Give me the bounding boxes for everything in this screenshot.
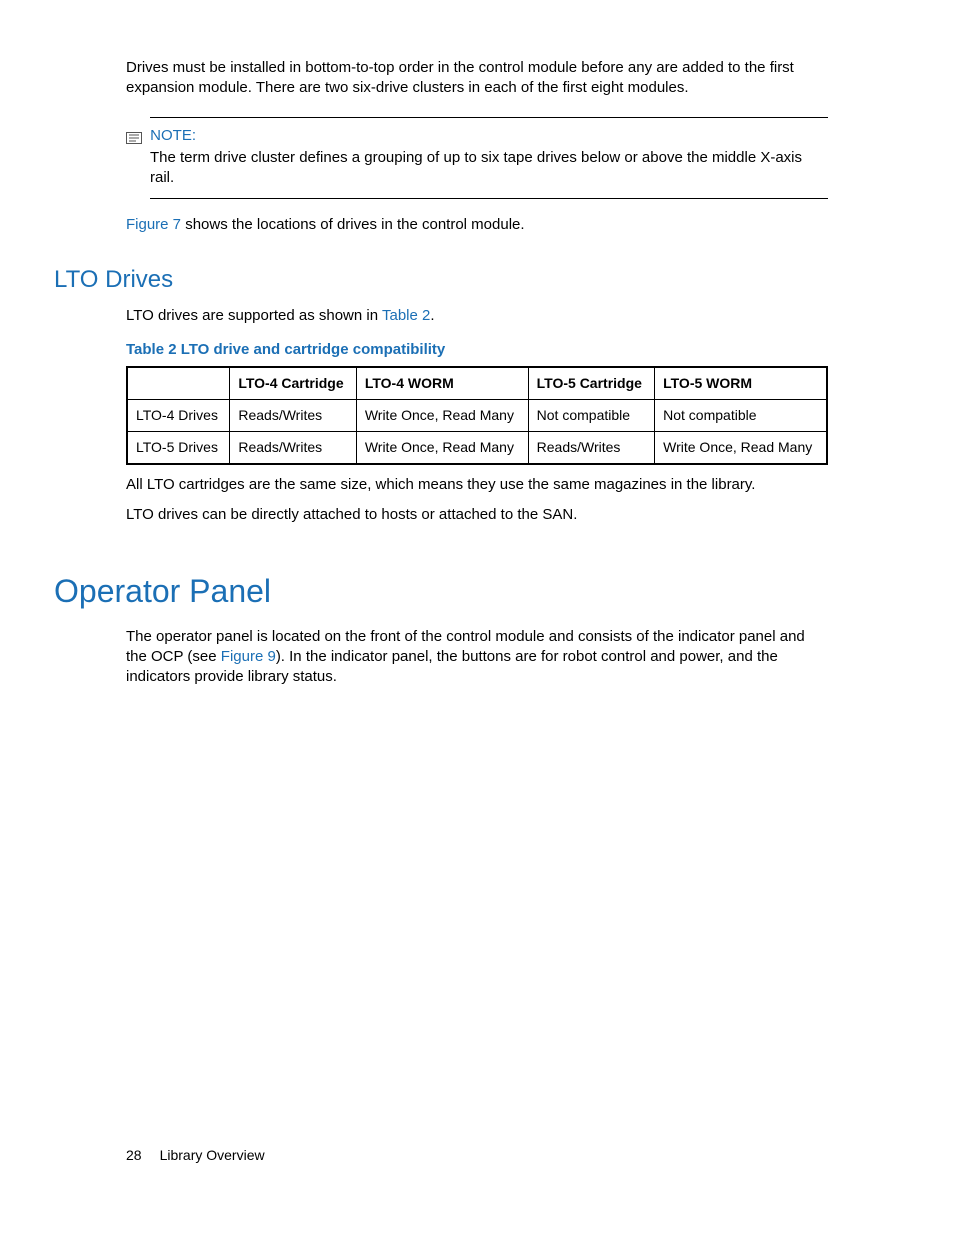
footer-section: Library Overview: [160, 1147, 265, 1163]
table-cell: Write Once, Read Many: [655, 432, 827, 464]
note-icon: [126, 130, 142, 142]
after-table-p1: All LTO cartridges are the same size, wh…: [126, 475, 828, 495]
note-label-text: NOTE:: [150, 127, 196, 144]
operator-panel-heading: Operator Panel: [54, 570, 828, 613]
table-cell: Reads/Writes: [230, 400, 356, 432]
operator-panel-paragraph: The operator panel is located on the fro…: [126, 627, 828, 688]
table-header: LTO-5 WORM: [655, 367, 827, 399]
figure-7-sentence: Figure 7 shows the locations of drives i…: [126, 215, 828, 235]
note-body: The term drive cluster defines a groupin…: [150, 148, 828, 189]
lto-para-pre: LTO drives are supported as shown in: [126, 307, 382, 324]
table-row: LTO-4 Drives Reads/Writes Write Once, Re…: [127, 400, 827, 432]
page-number: 28: [126, 1147, 142, 1163]
lto-drives-heading: LTO Drives: [54, 264, 828, 296]
table-cell: Reads/Writes: [528, 432, 654, 464]
figure-7-post: shows the locations of drives in the con…: [181, 216, 525, 233]
note-block: NOTE: The term drive cluster defines a g…: [150, 117, 828, 200]
lto-intro-paragraph: LTO drives are supported as shown in Tab…: [126, 306, 828, 326]
table-caption: Table 2 LTO drive and cartridge compatib…: [126, 340, 828, 360]
page-footer: 28 Library Overview: [126, 1146, 265, 1165]
table-header: LTO-5 Cartridge: [528, 367, 654, 399]
table-cell: Reads/Writes: [230, 432, 356, 464]
table-cell: Write Once, Read Many: [356, 400, 528, 432]
figure-9-link[interactable]: Figure 9: [221, 648, 276, 665]
table-cell: LTO-5 Drives: [127, 432, 230, 464]
intro-paragraph: Drives must be installed in bottom-to-to…: [126, 58, 828, 99]
table-row: LTO-5 Drives Reads/Writes Write Once, Re…: [127, 432, 827, 464]
note-label: NOTE:: [150, 126, 828, 146]
table-cell: Not compatible: [528, 400, 654, 432]
table-cell: Not compatible: [655, 400, 827, 432]
table-cell: Write Once, Read Many: [356, 432, 528, 464]
figure-7-link[interactable]: Figure 7: [126, 216, 181, 233]
compatibility-table: LTO-4 Cartridge LTO-4 WORM LTO-5 Cartrid…: [126, 366, 828, 465]
table-header: [127, 367, 230, 399]
table-header: LTO-4 WORM: [356, 367, 528, 399]
table-2-link[interactable]: Table 2: [382, 307, 430, 324]
table-header: LTO-4 Cartridge: [230, 367, 356, 399]
table-cell: LTO-4 Drives: [127, 400, 230, 432]
after-table-p2: LTO drives can be directly attached to h…: [126, 505, 828, 525]
table-header-row: LTO-4 Cartridge LTO-4 WORM LTO-5 Cartrid…: [127, 367, 827, 399]
lto-para-post: .: [430, 307, 434, 324]
